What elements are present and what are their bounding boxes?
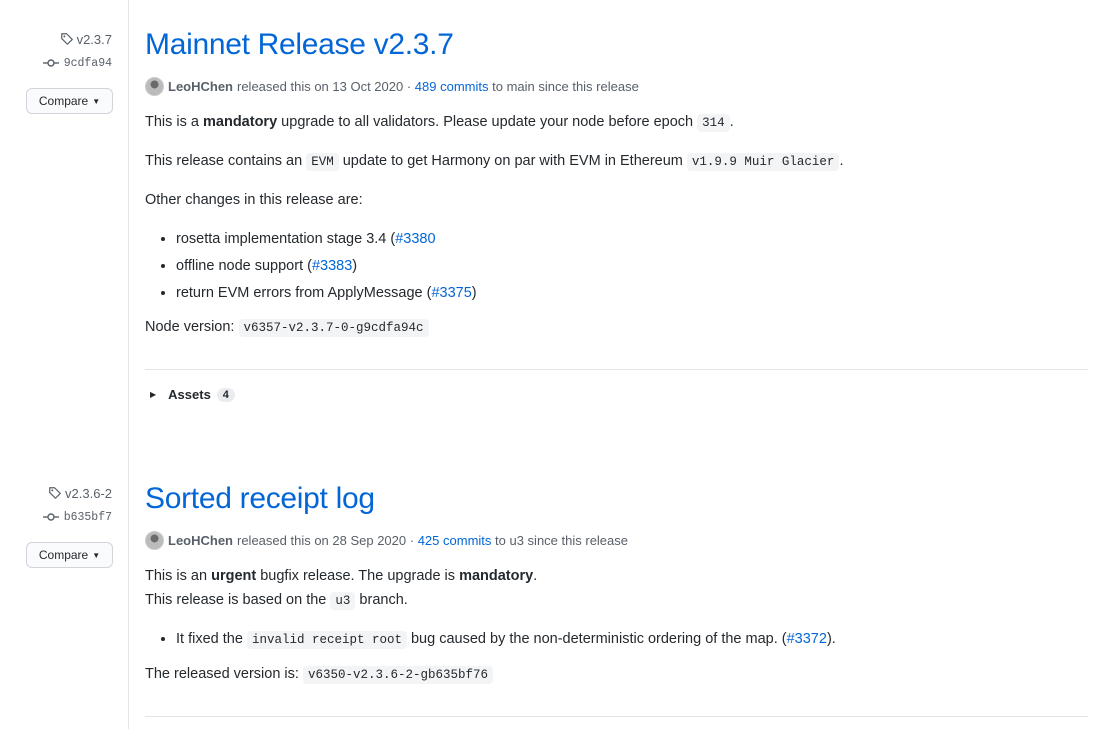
author-link[interactable]: LeoHChen (168, 79, 233, 94)
list-item: offline node support (#3383) (176, 255, 1090, 277)
issue-link[interactable]: #3375 (431, 285, 471, 301)
timeline-line (128, 0, 129, 729)
caret-down-icon: ▼ (92, 550, 101, 560)
compare-label: Compare (38, 94, 89, 108)
release-body: This is an urgent bugfix release. The up… (145, 565, 1090, 686)
compare-button[interactable]: Compare ▼ (26, 88, 113, 114)
tag-link[interactable]: v2.3.6-2 (0, 484, 112, 502)
tag-name: v2.3.6-2 (65, 485, 112, 501)
commit-sha: b635bf7 (63, 510, 112, 524)
issue-link[interactable]: #3383 (312, 258, 352, 274)
caret-right-icon: ▶ (150, 390, 157, 399)
commit-link[interactable]: 9cdfa94 (0, 54, 112, 72)
commit-sha: 9cdfa94 (63, 56, 112, 70)
divider (145, 716, 1088, 717)
version-code: v6350-v2.3.6-2-gb635bf76 (302, 666, 493, 684)
commit-icon (42, 513, 59, 521)
compare-button[interactable]: Compare ▼ (26, 542, 113, 568)
commit-icon (42, 59, 59, 67)
tag-name: v2.3.7 (76, 31, 112, 47)
assets-toggle[interactable]: ▶ Assets 4 (150, 387, 235, 402)
changes-list: It fixed the invalid receipt root bug ca… (145, 628, 1090, 651)
paragraph: This release contains an EVM update to g… (145, 153, 844, 171)
assets-label: Assets (168, 387, 211, 402)
tag-icon (60, 33, 73, 45)
release-sidebar: v2.3.6-2 b635bf7 (0, 484, 112, 526)
assets-count-badge: 4 (216, 387, 235, 402)
list-item: It fixed the invalid receipt root bug ca… (176, 628, 1090, 651)
released-text: released this on 13 Oct 2020 · (237, 78, 412, 94)
release-meta: LeoHChen released this on 28 Sep 2020 · … (145, 530, 1090, 550)
issue-link[interactable]: #3372 (787, 631, 827, 647)
paragraph: This release is based on the u3 branch. (145, 592, 408, 610)
release-sidebar: v2.3.7 9cdfa94 (0, 30, 112, 72)
paragraph: Other changes in this release are: (145, 192, 363, 208)
avatar[interactable] (145, 530, 164, 550)
paragraph: This is a mandatory upgrade to all valid… (145, 114, 734, 132)
commit-link[interactable]: b635bf7 (0, 508, 112, 526)
release-meta: LeoHChen released this on 13 Oct 2020 · … (145, 76, 1090, 96)
release-entry: Sorted receipt log LeoHChen released thi… (145, 480, 1090, 686)
commits-link[interactable]: 425 commits (418, 533, 492, 548)
release-title[interactable]: Sorted receipt log (145, 480, 1090, 518)
changes-list: rosetta implementation stage 3.4 (#3380 … (145, 228, 1090, 304)
release-title[interactable]: Mainnet Release v2.3.7 (145, 26, 1090, 64)
author-link[interactable]: LeoHChen (168, 533, 233, 548)
commits-link[interactable]: 489 commits (415, 79, 489, 94)
release-body: This is a mandatory upgrade to all valid… (145, 111, 1090, 339)
compare-label: Compare (38, 548, 89, 562)
node-version-code: v6357-v2.3.7-0-g9cdfa94c (238, 319, 429, 337)
release-entry: Mainnet Release v2.3.7 LeoHChen released… (145, 26, 1090, 339)
tag-icon (49, 487, 61, 499)
since-text: to u3 since this release (495, 532, 628, 548)
released-text: released this on 28 Sep 2020 · (237, 532, 415, 548)
list-item: rosetta implementation stage 3.4 (#3380 (176, 228, 1090, 250)
caret-down-icon: ▼ (92, 96, 101, 106)
divider (145, 369, 1088, 370)
paragraph: The released version is: v6350-v2.3.6-2-… (145, 663, 1090, 686)
since-text: to main since this release (492, 78, 639, 94)
avatar[interactable] (145, 76, 164, 96)
paragraph: Node version: v6357-v2.3.7-0-g9cdfa94c (145, 316, 1090, 339)
list-item: return EVM errors from ApplyMessage (#33… (176, 282, 1090, 304)
tag-link[interactable]: v2.3.7 (0, 30, 112, 48)
issue-link[interactable]: #3380 (395, 231, 435, 247)
paragraph: This is an urgent bugfix release. The up… (145, 568, 538, 584)
